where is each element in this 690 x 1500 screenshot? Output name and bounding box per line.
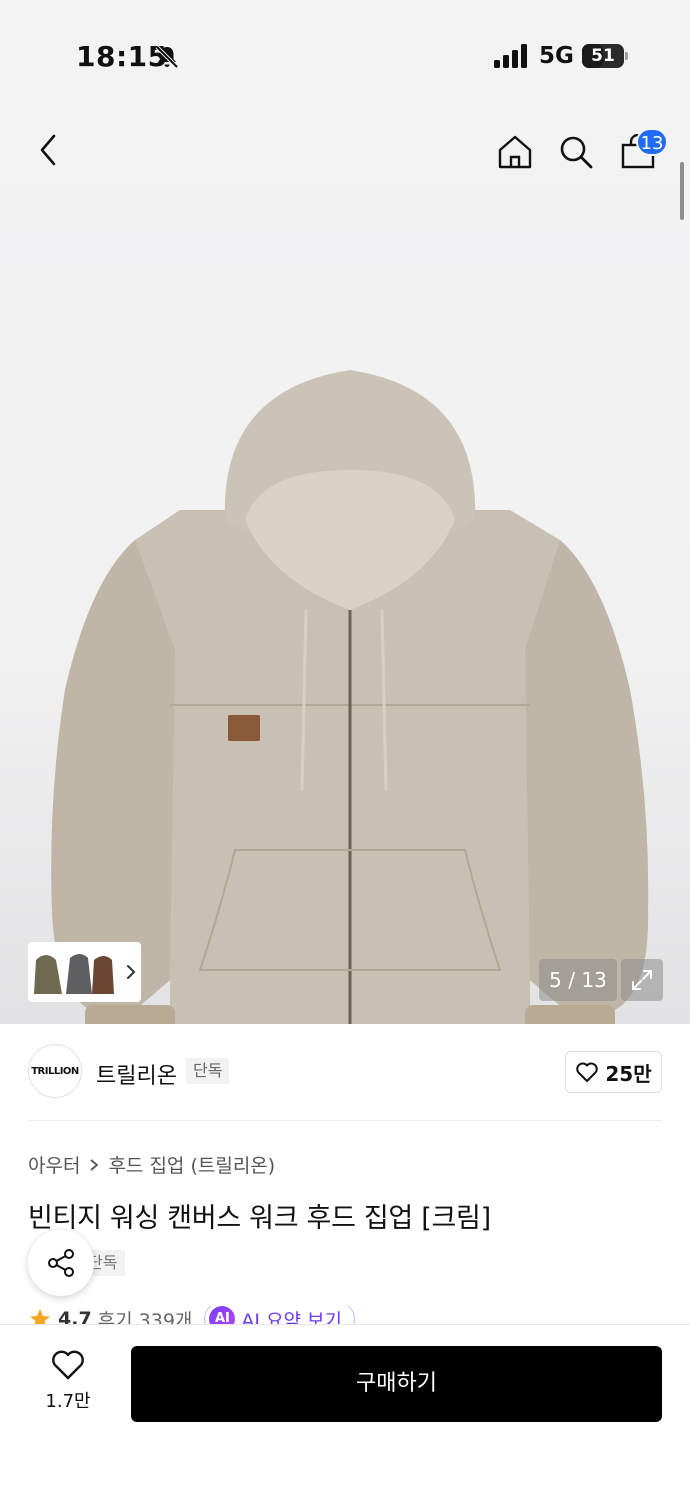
fullscreen-button[interactable] <box>621 959 663 1001</box>
product-title: 빈티지 워싱 캔버스 워크 후드 집업 [크림] <box>28 1203 491 1234</box>
wishlist-button[interactable]: 1.7만 <box>28 1349 108 1419</box>
brand-name[interactable]: 트릴리온 <box>96 1058 177 1090</box>
brand-logo[interactable]: TRILLION <box>28 1044 82 1098</box>
brand-row[interactable]: TRILLION 트릴리온 단독 25만 <box>0 1024 690 1120</box>
heart-icon <box>576 1062 599 1082</box>
battery-icon: 51 <box>582 44 628 68</box>
wishlist-count: 1.7만 <box>45 1391 91 1412</box>
home-button[interactable] <box>491 128 539 176</box>
search-button[interactable] <box>552 128 600 176</box>
brand-logo-text: TRILLION <box>31 1065 79 1077</box>
search-icon <box>560 136 593 169</box>
color-thumbnails[interactable] <box>28 942 141 1002</box>
share-icon <box>48 1249 74 1277</box>
expand-icon <box>632 970 652 990</box>
breadcrumb-subcategory[interactable]: 후드 집업 (트릴리온) <box>108 1151 275 1178</box>
image-counter: 5 / 13 <box>539 959 617 1001</box>
scroll-indicator <box>680 162 684 220</box>
network-type: 5G <box>539 43 574 69</box>
divider <box>28 1120 662 1121</box>
exclusive-tag: 단독 <box>186 1058 230 1084</box>
chevron-left-icon <box>40 134 56 166</box>
product-gallery[interactable]: 5 / 13 <box>0 110 690 1024</box>
breadcrumb-category[interactable]: 아우터 <box>28 1151 80 1178</box>
product-image <box>51 370 649 1024</box>
share-button[interactable] <box>28 1230 94 1296</box>
breadcrumb: 아우터 후드 집업 (트릴리온) <box>28 1151 275 1178</box>
brand-like-count: 25만 <box>605 1061 652 1086</box>
back-button[interactable] <box>24 126 72 174</box>
chevron-right-icon <box>127 965 136 979</box>
brand-like-button[interactable]: 25만 <box>565 1051 662 1093</box>
signal-icon <box>494 44 527 68</box>
status-bar: 18:15 5G 51 <box>0 0 690 110</box>
chevron-right-icon <box>90 1158 99 1171</box>
heart-icon <box>52 1350 84 1380</box>
bell-off-icon <box>155 45 179 69</box>
buy-button[interactable]: 구매하기 <box>131 1346 662 1422</box>
home-icon <box>498 135 532 169</box>
battery-level: 51 <box>591 46 615 66</box>
color-variant-thumbnails <box>34 954 114 994</box>
cart-count-badge: 13 <box>636 128 668 156</box>
bottom-action-bar: 1.7만 구매하기 <box>0 1324 690 1500</box>
